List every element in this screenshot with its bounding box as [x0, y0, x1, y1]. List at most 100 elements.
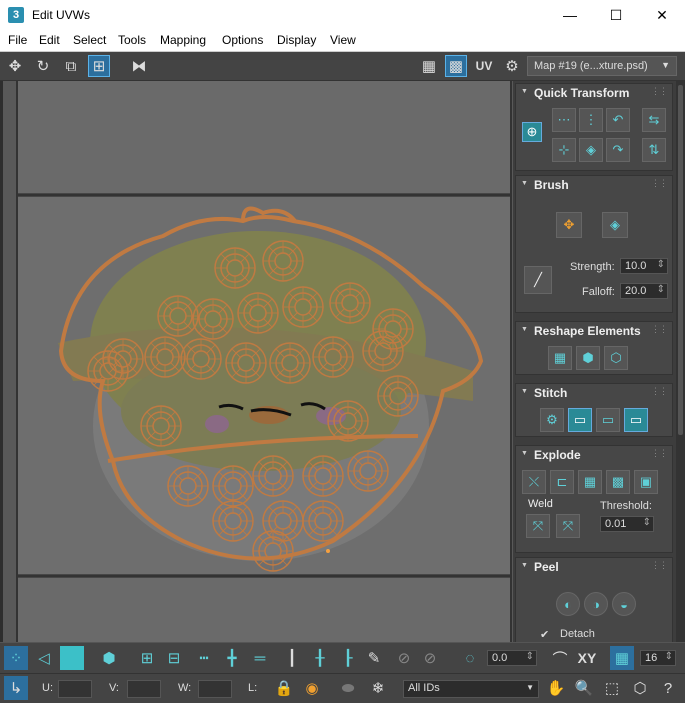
stitch-to-target-icon[interactable]: ▭	[568, 408, 592, 432]
grow-selection-icon[interactable]: ⊞	[135, 646, 159, 670]
absolute-mode-icon[interactable]: ↳	[4, 676, 28, 700]
ids-select[interactable]: All IDs ▼	[403, 680, 539, 698]
reset-peel-icon[interactable]: ◒	[612, 592, 636, 616]
rotate-cw-icon[interactable]: ↷	[606, 138, 630, 162]
vertex-select-icon[interactable]: ⁘	[4, 646, 28, 670]
menu-mapping[interactable]: Mapping	[160, 33, 206, 47]
rollout-header-reshape[interactable]: Reshape Elements⋮⋮	[516, 322, 672, 340]
menu-select[interactable]: Select	[73, 33, 106, 47]
element-select-icon[interactable]: ⬢	[97, 646, 121, 670]
uv-toggle[interactable]: UV	[473, 55, 495, 77]
zoom-region-icon[interactable]: ⬚	[600, 676, 624, 700]
flip-vertical-icon[interactable]: ⇅	[642, 138, 666, 162]
pivot-icon[interactable]: ⊕	[522, 122, 542, 142]
u-field[interactable]	[58, 680, 92, 698]
shrink-selection-icon[interactable]: ⊟	[162, 646, 186, 670]
grid-snap-icon[interactable]: ▦	[610, 646, 634, 670]
lock-icon[interactable]: 🔒	[272, 676, 296, 700]
relax-brush-icon[interactable]: ◈	[602, 212, 628, 238]
zoom-extents-icon[interactable]: ⬡	[628, 676, 652, 700]
flatten-by-polygon-icon[interactable]: ▩	[606, 470, 630, 494]
flip-horizontal-icon[interactable]: ⇆	[642, 108, 666, 132]
rollout-header-stitch[interactable]: Stitch⋮⋮	[516, 384, 672, 402]
falloff-spinner[interactable]: 20.0	[620, 283, 668, 299]
panel-scrollbar[interactable]	[676, 81, 685, 642]
loop-grow-icon[interactable]: ╋	[220, 646, 244, 670]
menu-view[interactable]: View	[330, 33, 356, 47]
stitch-average-icon[interactable]: ▭	[596, 408, 620, 432]
menu-options[interactable]: Options	[222, 33, 263, 47]
map-select[interactable]: Map #19 (e...xture.psd) ▼	[527, 56, 677, 76]
zoom-icon[interactable]: 🔍	[572, 676, 596, 700]
weld-selected-icon[interactable]: ⤧	[526, 514, 550, 538]
move-icon[interactable]: ✥	[4, 55, 26, 77]
stitch-custom-icon[interactable]: ⚙	[540, 408, 564, 432]
mirror-icon[interactable]: ⧓	[128, 55, 150, 77]
scale-icon[interactable]: ⧉	[60, 55, 82, 77]
rollout-header-peel[interactable]: Peel⋮⋮	[516, 558, 672, 576]
space-horizontal-icon[interactable]: ⊹	[552, 138, 576, 162]
freeze-icon[interactable]: ❄	[366, 676, 390, 700]
align-vertical-icon[interactable]: ⋮	[579, 108, 603, 132]
freeform-icon[interactable]: ⊞	[88, 55, 110, 77]
rollout-header-quick-transform[interactable]: Quick Transform⋮⋮	[516, 84, 672, 102]
ring-icon[interactable]: ═	[248, 646, 272, 670]
edge-loop-icon[interactable]: ┠	[336, 646, 360, 670]
menu-file[interactable]: File	[8, 33, 27, 47]
rotate-icon[interactable]: ↻	[32, 55, 54, 77]
polygon-select-icon[interactable]: ■	[60, 646, 84, 670]
loop-icon[interactable]: ┅	[192, 646, 216, 670]
menu-edit[interactable]: Edit	[39, 33, 60, 47]
relax-element-icon[interactable]: ⬢	[576, 346, 600, 370]
edge-select-icon[interactable]: ◁	[32, 646, 56, 670]
minimize-button[interactable]: —	[547, 0, 593, 30]
maximize-button[interactable]: ☐	[593, 0, 639, 30]
menu-tools[interactable]: Tools	[118, 33, 146, 47]
scrollbar-thumb[interactable]	[678, 85, 683, 435]
rollout-header-brush[interactable]: Brush⋮⋮	[516, 176, 672, 194]
align-horizontal-icon[interactable]: ⋯	[552, 108, 576, 132]
uv-viewport[interactable]	[0, 81, 513, 642]
rotate-ccw-icon[interactable]: ↶	[606, 108, 630, 132]
brush-line-icon[interactable]: ╱	[524, 266, 552, 294]
w-field[interactable]	[198, 680, 232, 698]
detach-checkbox[interactable]: ✔	[540, 628, 549, 641]
help-icon[interactable]: ?	[656, 676, 680, 700]
strength-spinner[interactable]: 10.0	[620, 258, 668, 274]
ring-shrink-icon[interactable]: ╂	[308, 646, 332, 670]
explode-settings-icon[interactable]: ▣	[634, 470, 658, 494]
ring-grow-icon[interactable]: ┃	[280, 646, 304, 670]
bottom-toolbar-bottom: ↳ U: V: W: L: 🔒 ◉ ⬬ ❄ All IDs ▼ ✋ 🔍 ⬚ ⬡ ?	[0, 673, 685, 703]
uv-canvas[interactable]	[3, 81, 513, 642]
rotation-spinner[interactable]: 0.0	[487, 650, 537, 666]
explode-by-smoothing-icon[interactable]: ⊏	[550, 470, 574, 494]
map-settings-icon[interactable]: ⚙	[501, 55, 523, 77]
show-map-icon[interactable]: ▩	[445, 55, 467, 77]
filter-icon[interactable]: ⬬	[336, 676, 360, 700]
paint-grow-icon[interactable]: ⊘	[392, 646, 416, 670]
paint-shrink-icon[interactable]: ⊘	[418, 646, 442, 670]
grid-straighten-icon[interactable]: ▦	[548, 346, 572, 370]
v-field[interactable]	[127, 680, 161, 698]
pan-icon[interactable]: ✋	[544, 676, 568, 700]
soft-selection-icon[interactable]: ◌	[458, 646, 482, 670]
threshold-spinner[interactable]: 0.01	[600, 516, 654, 532]
explode-by-material-icon[interactable]: ▦	[578, 470, 602, 494]
close-button[interactable]: ✕	[639, 0, 685, 30]
paint-brush-icon[interactable]: ✥	[556, 212, 582, 238]
menu-display[interactable]: Display	[277, 33, 316, 47]
paint-select-icon[interactable]: ✎	[362, 646, 386, 670]
falloff-curve-icon[interactable]: ⌒	[548, 646, 572, 670]
peel-mode-icon[interactable]: ◑	[584, 592, 608, 616]
unfold-element-icon[interactable]: ⬡	[604, 346, 628, 370]
stitch-to-source-icon[interactable]: ▭	[624, 408, 648, 432]
rollout-header-explode[interactable]: Explode⋮⋮	[516, 446, 672, 464]
eye-icon[interactable]: ◉	[300, 676, 324, 700]
quick-peel-icon[interactable]: ◐	[556, 592, 580, 616]
xy-axis-toggle[interactable]: XY	[575, 646, 599, 670]
weld-target-icon[interactable]: ⤧	[556, 514, 580, 538]
break-icon[interactable]: ⤬	[522, 470, 546, 494]
straighten-icon[interactable]: ◈	[579, 138, 603, 162]
grid-spinner[interactable]: 16	[640, 650, 676, 666]
checker-icon[interactable]: ▦	[418, 55, 440, 77]
